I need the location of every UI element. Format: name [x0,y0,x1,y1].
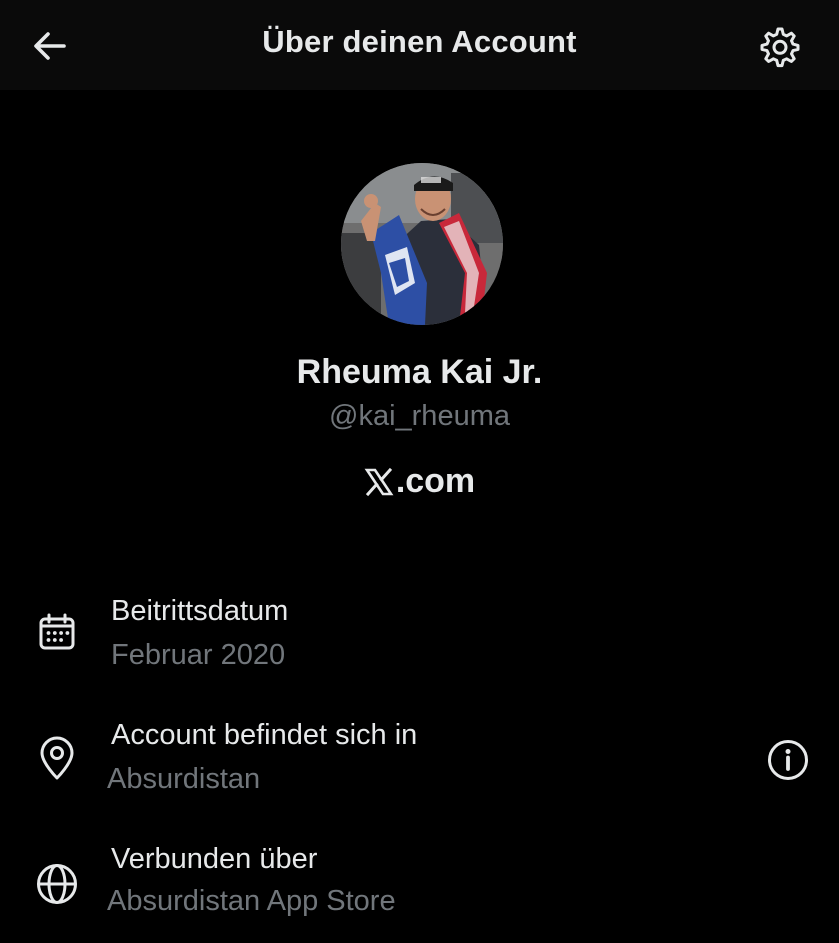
avatar-image [341,163,503,325]
top-bar: Über deinen Account [0,0,839,90]
connected-via-row: Verbunden über Absurdistan App Store [0,843,839,933]
display-name: Rheuma Kai Jr. [296,353,543,391]
globe-icon [34,861,80,907]
connected-via-value: Absurdistan App Store [107,885,396,917]
platform-label: .com [0,462,839,501]
platform-domain: .com [395,462,476,500]
page-title: Über deinen Account [262,24,577,59]
location-value: Absurdistan [107,763,261,795]
join-date-row: Beitrittsdatum Februar 2020 [0,595,839,685]
gear-icon [760,27,800,68]
user-handle: @kai_rheuma [329,400,510,432]
connected-via-label: Verbunden über [111,843,318,875]
location-label: Account befindet sich in [111,719,418,751]
avatar[interactable] [341,163,503,325]
calendar-icon [34,609,80,655]
settings-button[interactable] [754,21,806,73]
location-info-button[interactable] [765,737,811,783]
info-icon [768,740,808,780]
location-pin-icon [34,736,80,782]
location-row: Account befindet sich in Absurdistan [0,719,839,809]
join-date-value: Februar 2020 [111,639,286,671]
join-date-label: Beitrittsdatum [111,595,289,627]
x-logo-icon [364,467,394,496]
